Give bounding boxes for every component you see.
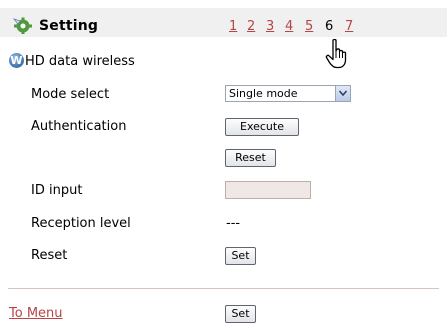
page-link-1[interactable]: 1 xyxy=(229,19,237,34)
section-title: HD data wireless xyxy=(25,54,135,69)
mode-select-label: Mode select xyxy=(31,87,110,102)
reset-set-button[interactable]: Set xyxy=(225,247,256,265)
hand-pointer-icon xyxy=(325,38,347,69)
chevron-down-icon[interactable] xyxy=(335,86,350,101)
reception-level-label: Reception level xyxy=(31,216,131,231)
divider xyxy=(8,288,439,289)
mode-select-dropdown[interactable]: Single mode xyxy=(225,85,351,102)
authentication-label: Authentication xyxy=(31,119,127,134)
settings-page: Setting 1 2 3 4 5 6 7 W HD data wireless… xyxy=(0,0,447,336)
w-circle-icon: W xyxy=(9,53,24,68)
reset-label: Reset xyxy=(31,248,68,263)
mode-select-value: Single mode xyxy=(229,87,298,100)
page-current-6: 6 xyxy=(325,19,334,34)
page-link-5[interactable]: 5 xyxy=(305,19,313,34)
page-title: Setting xyxy=(39,18,99,34)
to-menu-link[interactable]: To Menu xyxy=(9,306,63,321)
reception-level-value: --- xyxy=(226,216,241,231)
id-input-field[interactable] xyxy=(225,181,311,199)
auth-reset-button[interactable]: Reset xyxy=(225,149,276,167)
gear-icon xyxy=(12,17,32,34)
footer-set-button[interactable]: Set xyxy=(225,305,256,323)
execute-button[interactable]: Execute xyxy=(225,118,299,136)
id-input-label: ID input xyxy=(31,183,83,198)
page-link-2[interactable]: 2 xyxy=(247,19,255,34)
page-link-3[interactable]: 3 xyxy=(266,19,274,34)
page-link-7[interactable]: 7 xyxy=(345,19,353,34)
page-link-4[interactable]: 4 xyxy=(285,19,293,34)
